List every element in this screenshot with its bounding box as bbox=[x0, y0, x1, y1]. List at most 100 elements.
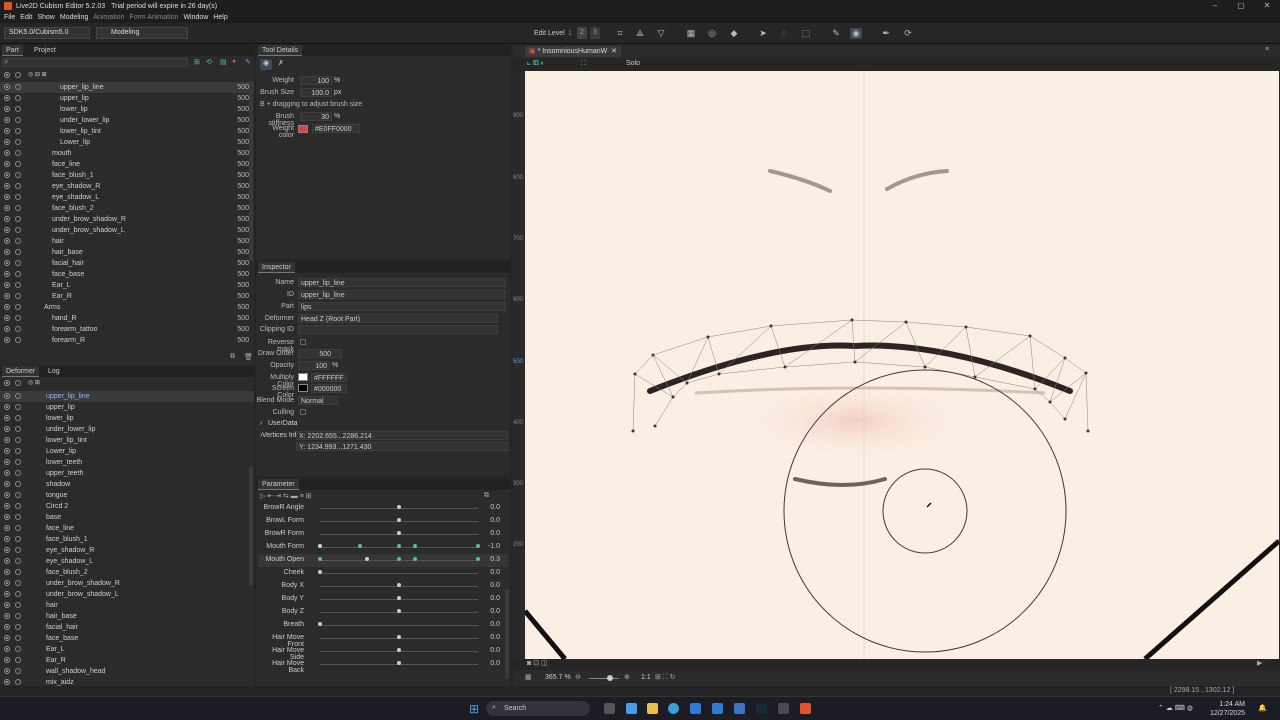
parameter-slider-knob[interactable] bbox=[397, 518, 401, 522]
menu-form-animation[interactable]: Form Animation bbox=[129, 14, 178, 21]
parameter-value[interactable]: 0.0 bbox=[490, 647, 500, 654]
lock-icon[interactable] bbox=[15, 602, 21, 608]
parameter-slider-knob[interactable] bbox=[318, 544, 322, 548]
culling-checkbox[interactable] bbox=[300, 409, 306, 415]
parameter-slider-knob[interactable] bbox=[318, 622, 322, 626]
stiffness-input[interactable]: 30 bbox=[300, 112, 332, 121]
parameter-value[interactable]: 0.0 bbox=[490, 660, 500, 667]
visibility-eye-icon[interactable] bbox=[4, 646, 10, 652]
deformer-select[interactable]: Head Z (Root Part) bbox=[298, 314, 498, 323]
parameter-row[interactable]: Body Z 0.0 bbox=[258, 606, 508, 619]
part-scrollbar[interactable] bbox=[249, 81, 253, 261]
edge-icon[interactable] bbox=[668, 703, 679, 714]
visibility-eye-icon[interactable] bbox=[4, 128, 10, 134]
part-row[interactable]: hair_base 500 bbox=[0, 247, 254, 258]
lock-icon[interactable] bbox=[15, 558, 21, 564]
part-row[interactable]: Ear_R 500 bbox=[0, 291, 254, 302]
auto-mesh-icon[interactable]: ▽ bbox=[655, 28, 667, 39]
deformer-row[interactable]: upper_lip bbox=[0, 402, 254, 413]
visibility-eye-icon[interactable] bbox=[4, 216, 10, 222]
parameter-slider-knob[interactable] bbox=[397, 609, 401, 613]
part-select[interactable]: lips bbox=[298, 302, 506, 311]
tray-icons[interactable]: ⌃ ☁ ⌨ ◍ bbox=[1158, 704, 1193, 712]
lock-icon[interactable] bbox=[15, 117, 21, 123]
task-view-icon[interactable] bbox=[604, 703, 615, 714]
deformer-row[interactable]: shadow bbox=[0, 479, 254, 490]
lock-icon[interactable] bbox=[15, 249, 21, 255]
lock-icon[interactable] bbox=[15, 591, 21, 597]
tab-log[interactable]: Log bbox=[44, 366, 64, 377]
part-row[interactable]: Ear_L 500 bbox=[0, 280, 254, 291]
visibility-eye-icon[interactable] bbox=[4, 304, 10, 310]
parameter-value[interactable]: 0.0 bbox=[490, 504, 500, 511]
zoom-readout[interactable]: 365.7 % bbox=[545, 674, 571, 681]
weight-color-input[interactable]: #E0FF0000 bbox=[312, 124, 360, 133]
name-field[interactable]: upper_lip_line bbox=[298, 278, 506, 287]
deformer-row[interactable]: base bbox=[0, 512, 254, 523]
model-canvas[interactable] bbox=[525, 71, 1279, 659]
deformer-row[interactable]: Ear_L bbox=[0, 644, 254, 655]
zoom-in-icon[interactable]: ⊕ bbox=[624, 673, 630, 681]
parameter-slider-knob[interactable] bbox=[397, 596, 401, 600]
clock-time[interactable]: 1:24 AM bbox=[1205, 701, 1245, 708]
mode-dropdown[interactable]: Modeling bbox=[96, 27, 188, 39]
solo-label[interactable]: Solo bbox=[626, 60, 640, 67]
lock-icon[interactable] bbox=[15, 503, 21, 509]
lock-icon[interactable] bbox=[15, 525, 21, 531]
link-icon[interactable]: ⟳ bbox=[902, 28, 914, 39]
deformer-row[interactable]: under_lower_lip bbox=[0, 424, 254, 435]
visibility-eye-icon[interactable] bbox=[4, 194, 10, 200]
part-row[interactable]: mouth 500 bbox=[0, 148, 254, 159]
app-icon[interactable] bbox=[778, 703, 789, 714]
zoom-slider-knob[interactable] bbox=[607, 675, 613, 681]
parameter-slider[interactable] bbox=[320, 625, 478, 626]
lock-icon[interactable] bbox=[15, 404, 21, 410]
parameter-row[interactable]: Body X 0.0 bbox=[258, 580, 508, 593]
lock-icon[interactable] bbox=[15, 459, 21, 465]
visibility-eye-icon[interactable] bbox=[4, 315, 10, 321]
deformer-row[interactable]: face_blush_2 bbox=[0, 567, 254, 578]
visibility-eye-icon[interactable] bbox=[4, 326, 10, 332]
lock-icon[interactable] bbox=[15, 227, 21, 233]
deformer-row[interactable]: eye_shadow_R bbox=[0, 545, 254, 556]
visibility-eye-icon[interactable] bbox=[4, 602, 10, 608]
menu-icon[interactable]: ≡ bbox=[1265, 46, 1269, 53]
refresh-icon[interactable]: ⟲ bbox=[206, 58, 212, 66]
parameter-value[interactable]: 0.0 bbox=[490, 634, 500, 641]
visibility-eye-icon[interactable] bbox=[4, 117, 10, 123]
camera-icons[interactable]: ◙ ⊡ ◫ bbox=[527, 659, 548, 667]
lock-icon[interactable] bbox=[15, 569, 21, 575]
visibility-eye-icon[interactable] bbox=[4, 205, 10, 211]
transform-tool-icon[interactable]: ⬚ bbox=[800, 28, 812, 39]
visibility-eye-icon[interactable] bbox=[4, 679, 10, 685]
deformer-row[interactable]: facial_hair bbox=[0, 622, 254, 633]
lock-icon[interactable] bbox=[15, 260, 21, 266]
parameter-row[interactable]: Mouth Open 0.3 bbox=[258, 554, 508, 567]
visibility-eye-icon[interactable] bbox=[4, 591, 10, 597]
outlook-icon[interactable] bbox=[712, 703, 723, 714]
keyform-dot[interactable] bbox=[318, 557, 322, 561]
visibility-eye-icon[interactable] bbox=[4, 249, 10, 255]
visibility-eye-icon[interactable] bbox=[4, 183, 10, 189]
clock-date[interactable]: 12/27/2025 bbox=[1205, 710, 1245, 717]
deformer-row[interactable]: hair bbox=[0, 600, 254, 611]
lock-icon[interactable] bbox=[15, 657, 21, 663]
lock-icon[interactable] bbox=[15, 326, 21, 332]
visibility-eye-icon[interactable] bbox=[4, 161, 10, 167]
part-row[interactable]: eye_shadow_L 500 bbox=[0, 192, 254, 203]
lock-icon[interactable] bbox=[15, 448, 21, 454]
parameter-row[interactable]: Hair Move Front 0.0 bbox=[258, 632, 508, 648]
visibility-eye-icon[interactable] bbox=[4, 624, 10, 630]
edit-level-2[interactable]: 2 bbox=[577, 27, 587, 39]
live2d-taskbar-icon[interactable] bbox=[800, 703, 811, 714]
deformer-row[interactable]: upper_teeth bbox=[0, 468, 254, 479]
weight-eraser-icon[interactable]: ✗ bbox=[278, 59, 284, 67]
deformer-row[interactable]: under_brow_shadow_L bbox=[0, 589, 254, 600]
deformer-row[interactable]: lower_lip_tint bbox=[0, 435, 254, 446]
visibility-eye-icon[interactable] bbox=[4, 613, 10, 619]
parameter-row[interactable]: BrowR Form 0.0 bbox=[258, 528, 508, 541]
part-row[interactable]: face_blush_2 500 bbox=[0, 203, 254, 214]
keyform-dot[interactable] bbox=[397, 544, 401, 548]
filter-icon[interactable]: ◎ ⊞ bbox=[28, 378, 40, 389]
menu-show[interactable]: Show bbox=[37, 14, 55, 21]
